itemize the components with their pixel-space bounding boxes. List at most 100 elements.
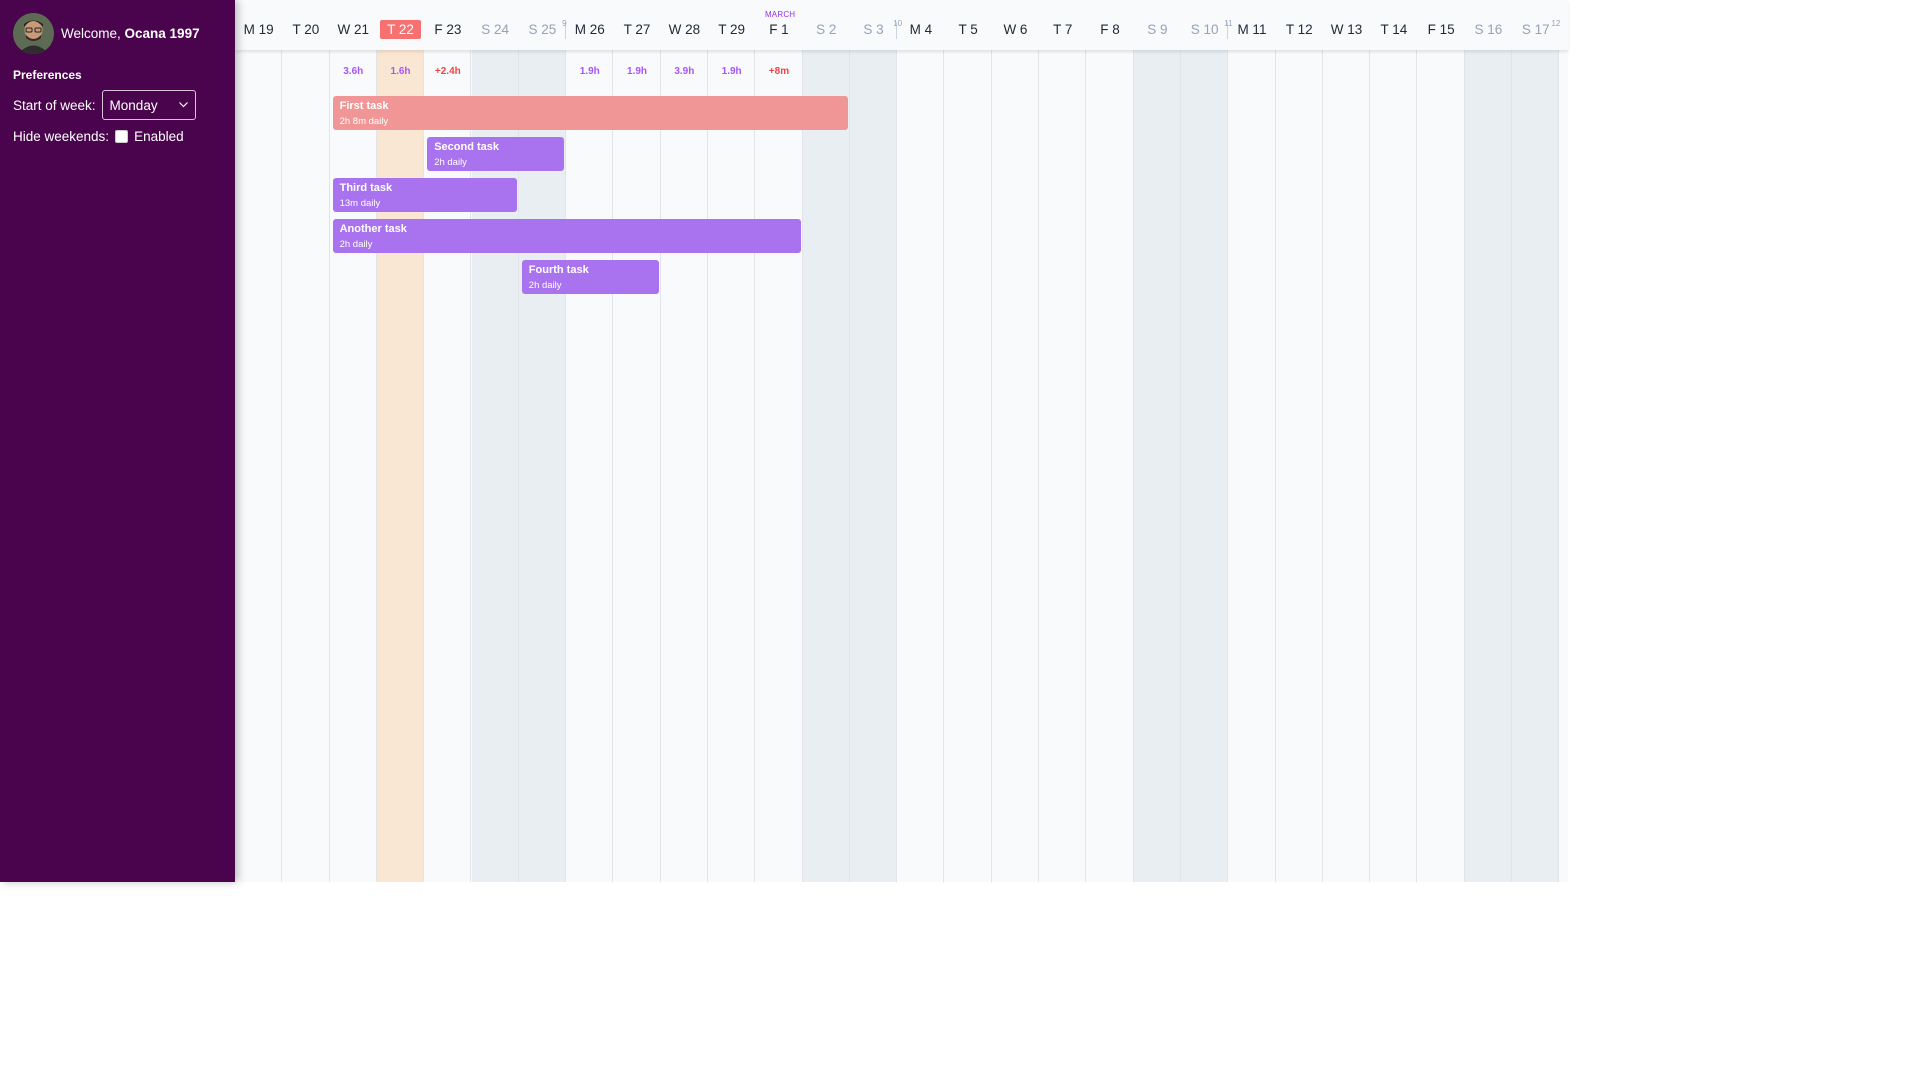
day-column — [1086, 0, 1134, 882]
day-header[interactable]: M 4 — [897, 22, 944, 37]
day-label: M 19 — [243, 22, 274, 37]
day-header[interactable]: W 21 — [330, 22, 377, 37]
day-column — [1418, 0, 1465, 882]
day-column — [566, 0, 614, 882]
day-label: F 8 — [1100, 22, 1120, 37]
day-header[interactable]: S 2 — [803, 22, 850, 37]
day-column — [849, 0, 898, 882]
day-header[interactable]: W 13 — [1323, 22, 1370, 37]
start-of-week-row: Start of week: Monday — [13, 90, 196, 120]
day-label: T 20 — [292, 22, 320, 37]
task-bar[interactable]: First task 2h 8m daily — [332, 96, 848, 130]
day-column — [235, 0, 283, 882]
day-column — [1228, 0, 1276, 882]
day-column — [1181, 0, 1229, 882]
day-header[interactable]: F 23 — [424, 22, 471, 37]
day-header[interactable]: W 28 — [661, 22, 708, 37]
task-name: Second task — [434, 141, 499, 153]
day-header[interactable]: M 26 — [566, 22, 613, 37]
day-label: S 3 — [863, 22, 884, 37]
day-column — [992, 0, 1040, 882]
day-column — [708, 0, 756, 882]
daily-hours: 1.9h — [627, 66, 648, 77]
week-number: 12 — [1551, 19, 1561, 28]
day-header[interactable]: S 10 — [1181, 22, 1228, 37]
start-of-week-select[interactable]: Monday — [101, 90, 196, 120]
day-header[interactable]: T 20 — [282, 22, 329, 37]
day-header[interactable]: T 5 — [945, 22, 992, 37]
day-column — [471, 0, 519, 882]
user-name: Ocana 1997 — [124, 26, 200, 41]
task-bar[interactable]: Another task 2h daily — [332, 219, 801, 253]
day-label: W 21 — [337, 22, 369, 37]
start-of-week-label: Start of week: — [13, 97, 96, 113]
hide-weekends-checkbox[interactable] — [115, 130, 129, 143]
task-name: Another task — [339, 223, 407, 235]
daily-hours: 3.9h — [674, 66, 695, 77]
day-column — [518, 0, 567, 882]
day-label: F 15 — [1427, 22, 1455, 37]
day-header[interactable]: S 25 — [519, 22, 566, 37]
day-column — [945, 0, 992, 882]
avatar[interactable] — [13, 13, 54, 54]
day-label: W 6 — [1003, 22, 1028, 37]
day-header[interactable]: S 16 — [1465, 22, 1512, 37]
hide-weekends-option[interactable]: Enabled — [134, 129, 184, 144]
day-label: S 9 — [1147, 22, 1168, 37]
daily-hours: +8m — [768, 66, 790, 77]
day-header[interactable]: W 6 — [992, 22, 1039, 37]
day-header[interactable]: S 3 — [850, 22, 897, 37]
day-column — [376, 0, 425, 882]
day-label: T 14 — [1380, 22, 1408, 37]
task-bar[interactable]: Second task 2h daily — [427, 137, 565, 171]
calendar-header: MARCH M 19 T 20 W 21 T 22 F 23 S 24 S 25 M 26 T … — [235, 0, 1568, 50]
user-info: Welcome, Ocana 1997 — [13, 13, 200, 54]
day-label: T 7 — [1053, 22, 1073, 37]
day-header[interactable]: T 27 — [613, 22, 660, 37]
welcome-text: Welcome, Ocana 1997 — [61, 26, 200, 41]
task-name: Third task — [339, 182, 393, 194]
day-header[interactable]: M 11 — [1228, 22, 1275, 37]
day-label: W 28 — [668, 22, 701, 37]
week-number: 11 — [1224, 19, 1233, 28]
day-label: S 24 — [481, 22, 510, 37]
day-header[interactable]: S 9 — [1134, 22, 1181, 37]
day-header[interactable]: F 1 — [755, 22, 802, 37]
day-label: S 25 — [528, 22, 557, 37]
day-label: M 26 — [574, 22, 605, 37]
day-header[interactable]: T 29 — [708, 22, 755, 37]
day-header[interactable]: M 19 — [235, 22, 282, 37]
day-header[interactable]: F 8 — [1086, 22, 1133, 37]
task-bar[interactable]: Third task 13m daily — [332, 178, 517, 212]
day-column — [1370, 0, 1418, 882]
day-label: M 11 — [1237, 22, 1267, 37]
sidebar: Welcome, Ocana 1997 Preferences Start of… — [0, 0, 235, 882]
day-column — [802, 0, 850, 882]
day-column — [1512, 0, 1560, 882]
day-header[interactable]: T 14 — [1370, 22, 1417, 37]
task-detail: 2h daily — [434, 157, 467, 168]
task-bar[interactable]: Fourth task 2h daily — [521, 260, 659, 294]
day-label: T 12 — [1285, 22, 1313, 37]
day-column — [661, 0, 708, 882]
day-label: S 10 — [1190, 22, 1219, 37]
day-label: S 2 — [816, 22, 837, 37]
task-name: First task — [339, 100, 389, 112]
week-number: 9 — [562, 19, 567, 28]
day-header[interactable]: T 12 — [1276, 22, 1323, 37]
timeline-calendar: MARCH M 19 T 20 W 21 T 22 F 23 S 24 S 25 M 26 T … — [235, 0, 1568, 882]
day-label: S 17 — [1521, 22, 1550, 37]
day-label: T 5 — [958, 22, 978, 37]
day-header[interactable]: S 24 — [472, 22, 519, 37]
day-column — [1276, 0, 1323, 882]
day-column — [330, 0, 377, 882]
day-header[interactable]: F 15 — [1418, 22, 1465, 37]
day-header[interactable]: T 7 — [1039, 22, 1086, 37]
today-day-header[interactable]: T 22 — [377, 20, 424, 39]
day-label: M 4 — [909, 22, 933, 37]
day-column — [897, 0, 945, 882]
day-label: F 1 — [769, 22, 789, 37]
day-column — [1039, 0, 1087, 882]
chevron-down-icon — [178, 102, 188, 108]
day-label: T 27 — [623, 22, 651, 37]
